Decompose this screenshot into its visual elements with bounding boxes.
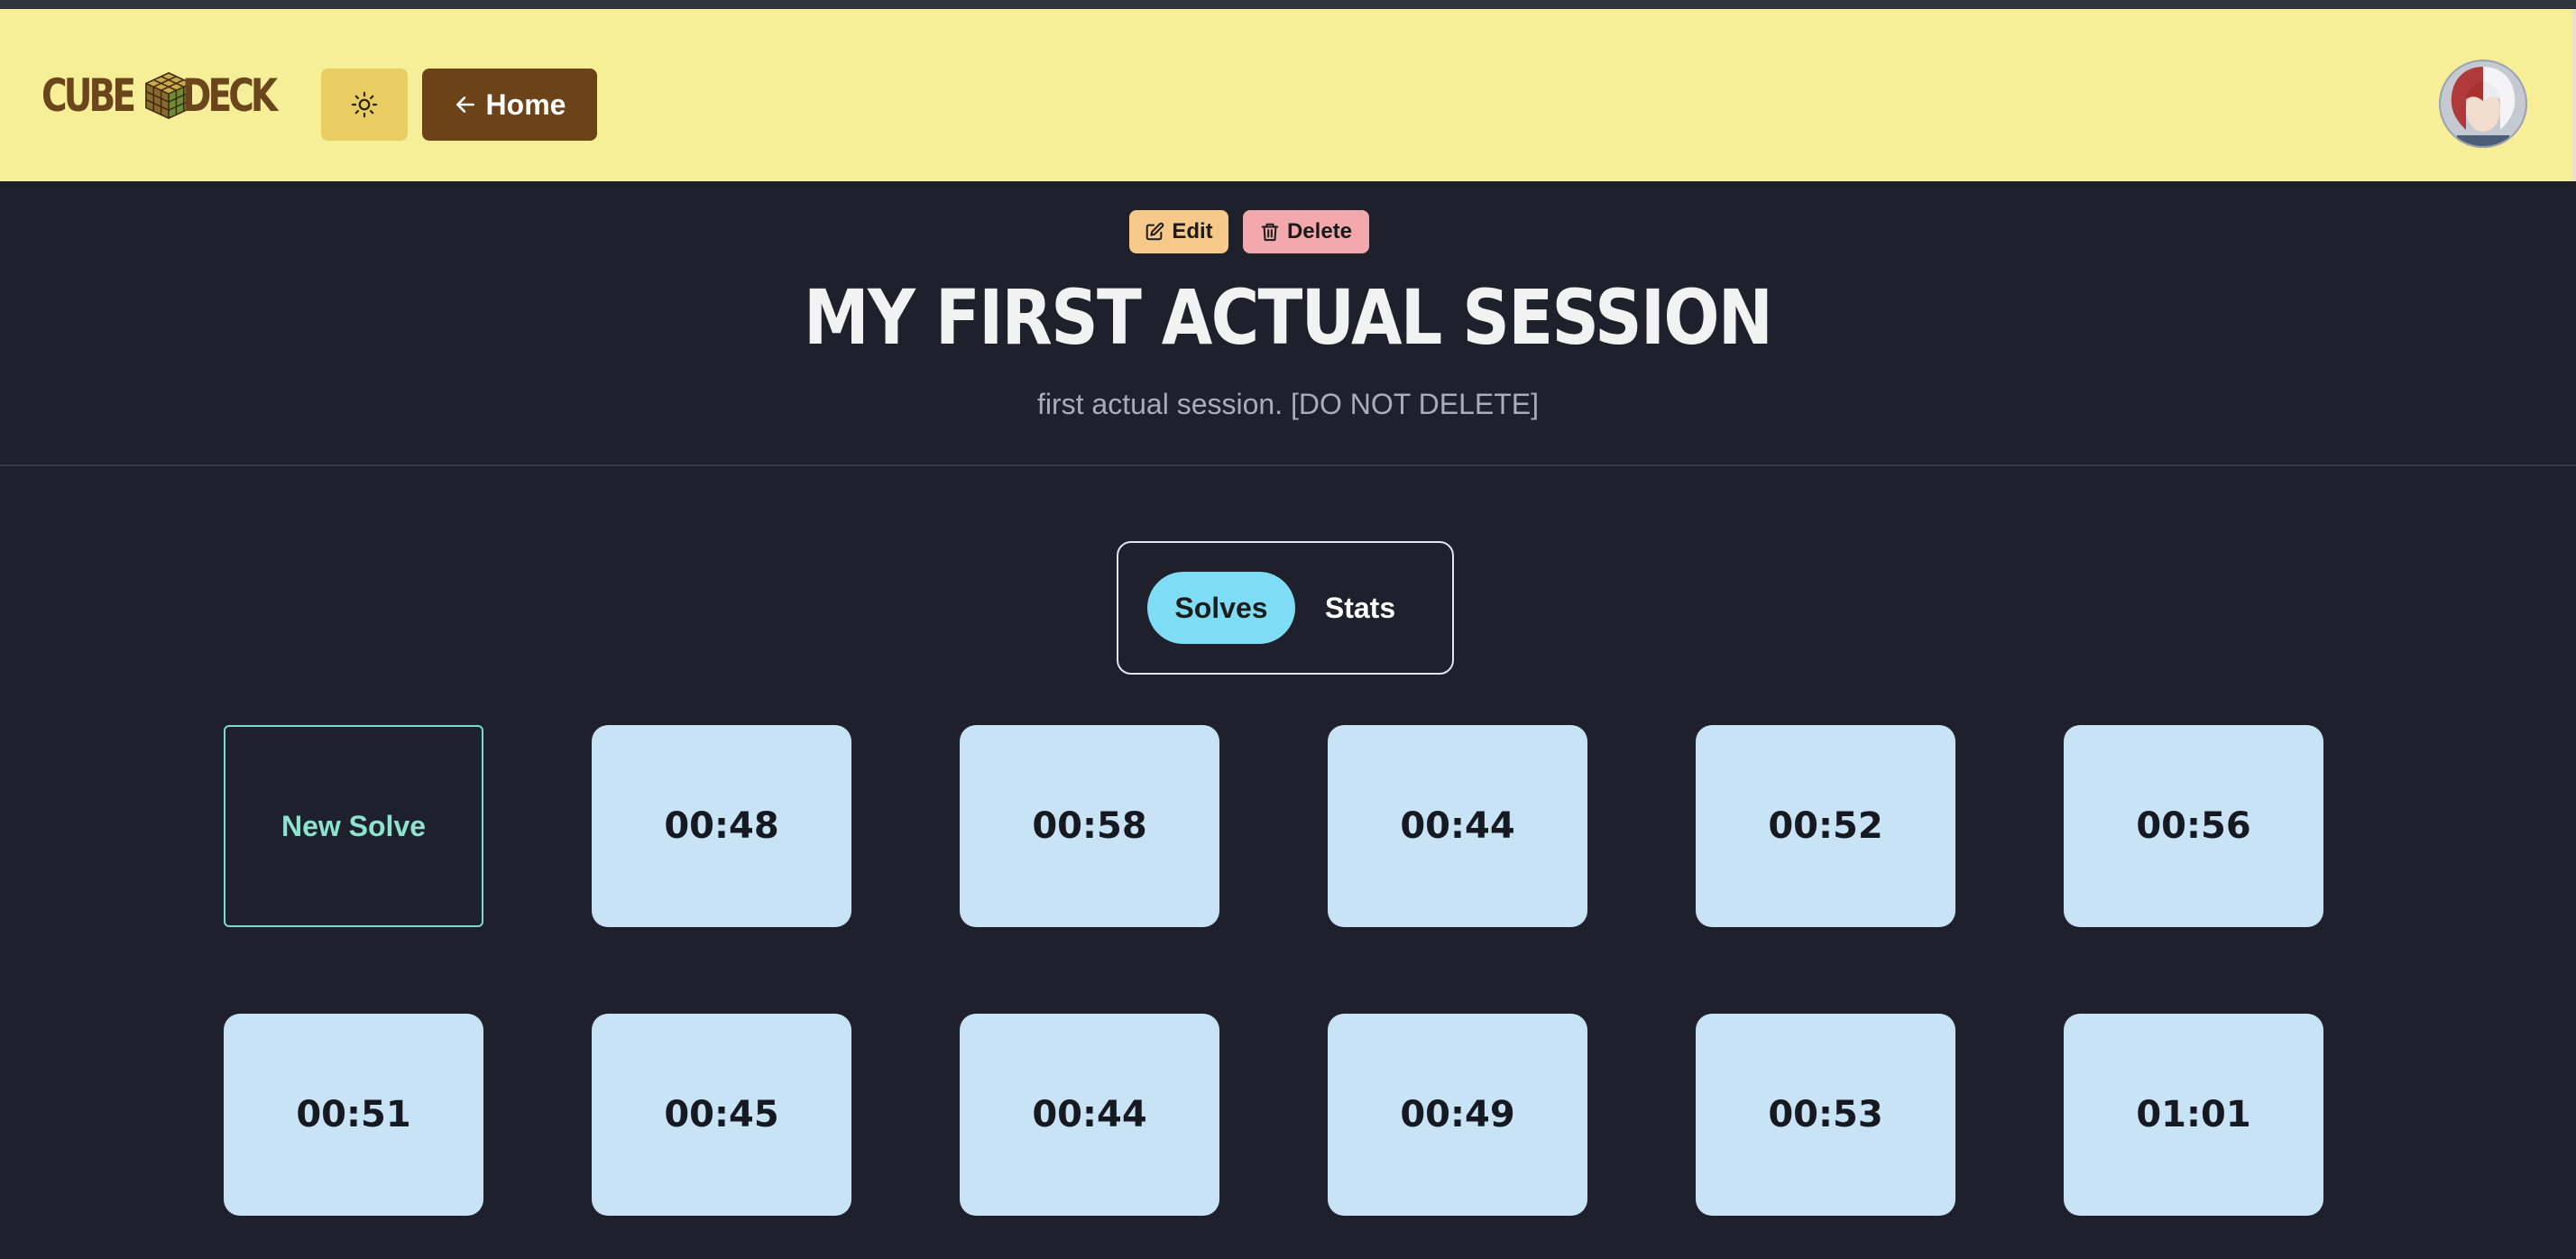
solve-card[interactable]: 00:52: [1696, 725, 1955, 927]
solves-grid: New Solve 00:48 00:58 00:44 00:52 00:56 …: [224, 725, 2323, 1216]
home-button[interactable]: Home: [422, 69, 597, 141]
solve-card[interactable]: 00:56: [2064, 725, 2323, 927]
solve-card[interactable]: 00:51: [224, 1014, 483, 1216]
delete-button[interactable]: Delete: [1243, 210, 1369, 253]
session-description: first actual session. [DO NOT DELETE]: [1036, 388, 1539, 420]
tab-solves[interactable]: Solves: [1147, 572, 1295, 644]
solve-card[interactable]: 00:49: [1328, 1014, 1587, 1216]
edit-button-label: Edit: [1172, 219, 1213, 244]
delete-button-label: Delete: [1286, 219, 1353, 244]
logo-text-cube: CUBE: [41, 69, 136, 122]
user-avatar[interactable]: [2439, 60, 2527, 148]
home-button-label: Home: [485, 87, 566, 121]
edit-button[interactable]: Edit: [1129, 210, 1228, 253]
avatar-image: [2439, 60, 2527, 148]
new-solve-button[interactable]: New Solve: [224, 725, 483, 927]
arrow-left-icon: [455, 96, 474, 113]
theme-toggle-button[interactable]: [321, 69, 408, 141]
solve-card[interactable]: 00:53: [1696, 1014, 1955, 1216]
session-actions: Edit Delete: [0, 210, 2576, 253]
sun-icon: [351, 91, 378, 118]
solve-card[interactable]: 00:58: [960, 725, 1219, 927]
cubedeck-logo[interactable]: CUBE DECK: [41, 64, 300, 127]
navbar: CUBE DECK Home: [0, 9, 2576, 181]
trash-icon: [1261, 223, 1279, 242]
solve-card[interactable]: 00:44: [1328, 725, 1587, 927]
window-top-strip: [0, 0, 2576, 9]
solve-card[interactable]: 00:48: [592, 725, 851, 927]
solve-card[interactable]: 00:45: [592, 1014, 851, 1216]
session-title: MY FIRST ACTUAL SESSION: [804, 273, 1773, 362]
solve-card[interactable]: 00:44: [960, 1014, 1219, 1216]
edit-icon: [1146, 222, 1164, 241]
solve-card[interactable]: 01:01: [2064, 1014, 2323, 1216]
tab-stats[interactable]: Stats: [1295, 572, 1425, 644]
logo-text-deck: DECK: [181, 69, 278, 122]
view-tabs: Solves Stats: [1117, 541, 1454, 675]
